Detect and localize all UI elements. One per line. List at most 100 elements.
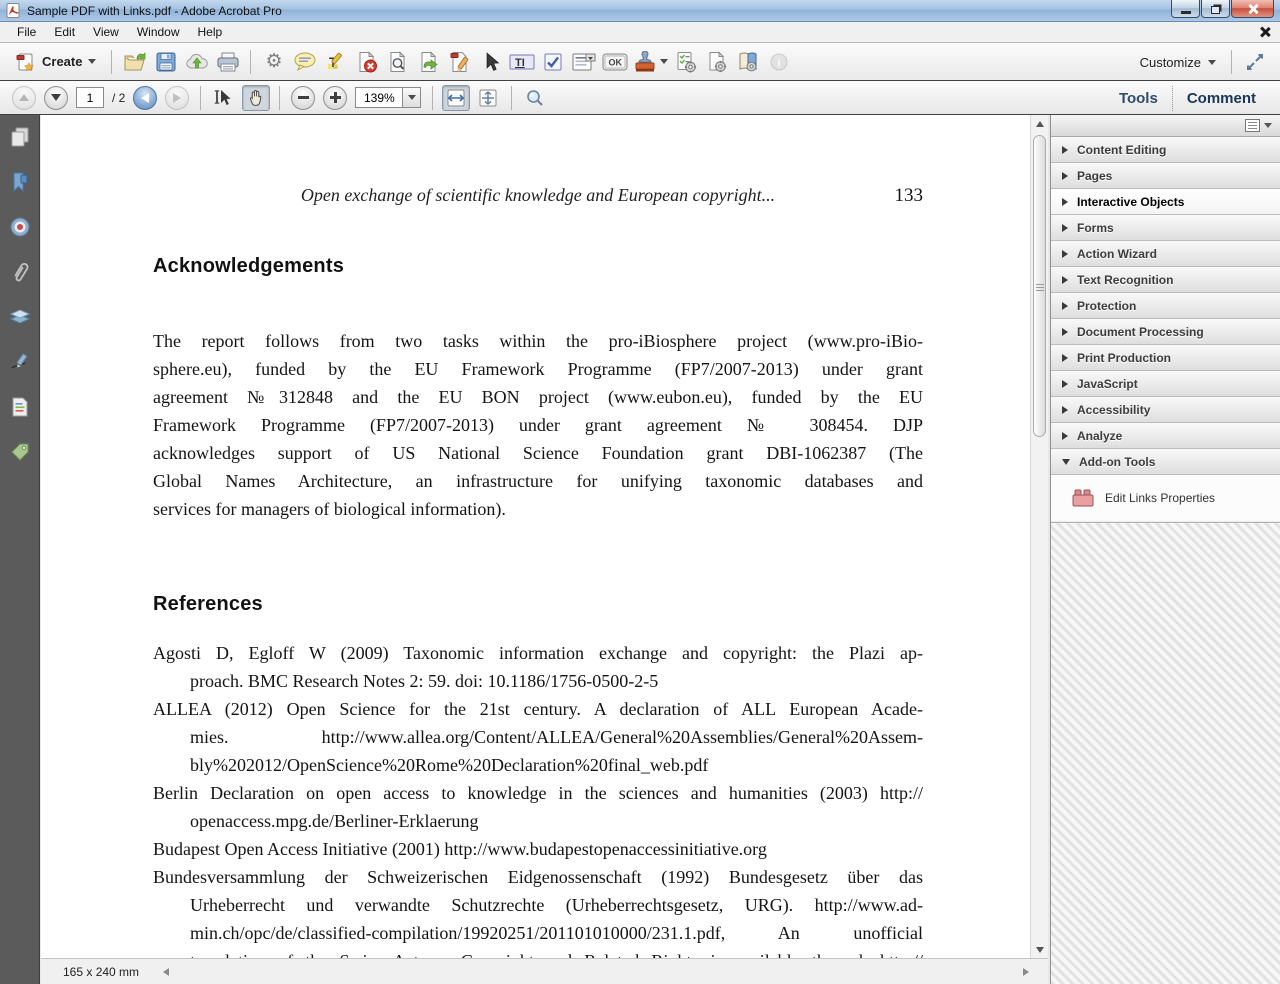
create-icon [16,52,36,72]
checklist-settings-button[interactable] [672,48,699,75]
preferences-button[interactable]: ⚙ [260,48,287,75]
tools-pane-tab[interactable]: Tools [1105,86,1172,111]
reference-entry: Agosti D, Egloff W (2009) Taxonomic info… [153,639,923,695]
page-number-input[interactable] [76,87,104,108]
search-page-button[interactable] [384,48,411,75]
attachments-icon[interactable] [8,260,32,284]
fit-width-button[interactable] [442,85,470,111]
tags-icon[interactable] [8,440,32,464]
open-file-button[interactable] [121,48,148,75]
restore-icon [1211,6,1220,14]
export-page-button[interactable] [415,48,442,75]
previous-page-button[interactable] [12,86,36,110]
previous-view-button[interactable] [133,86,157,110]
fit-page-button[interactable] [474,85,502,111]
close-icon [1247,3,1259,15]
title-bar: Sample PDF with Links.pdf - Adobe Acroba… [0,0,1280,22]
stamp-button[interactable] [632,48,668,75]
comment-button[interactable] [291,48,318,75]
panel-item-forms[interactable]: Forms [1051,215,1280,241]
select-object-button[interactable] [477,48,504,75]
scrollbar-thumb[interactable] [1033,135,1046,437]
select-tool-button[interactable] [210,85,238,111]
next-view-button[interactable] [165,86,189,110]
comment-pane-tab[interactable]: Comment [1172,86,1270,111]
gear-icon: ⚙ [265,52,282,71]
zoom-dropdown-button[interactable] [403,87,421,108]
dropdown-field-button[interactable] [570,48,597,75]
panel-item-pages[interactable]: Pages [1051,163,1280,189]
save-file-button[interactable] [152,48,179,75]
scroll-right-icon[interactable] [1023,968,1029,976]
panel-options-icon[interactable] [1245,119,1260,132]
panel-item-action-wizard[interactable]: Action Wizard [1051,241,1280,267]
panel-item-interactive-objects[interactable]: Interactive Objects [1051,189,1280,215]
vertical-scrollbar[interactable] [1030,115,1048,958]
checkbox-icon [543,52,563,72]
edit-page-button[interactable] [446,48,473,75]
menu-window[interactable]: Window [128,23,189,41]
zoom-level-value[interactable]: 139% [355,87,403,108]
panel-item-text-recognition[interactable]: Text Recognition [1051,267,1280,293]
checklist-icon [675,51,697,73]
info-button[interactable]: i [765,48,792,75]
export-page-icon [418,51,440,73]
zoom-in-button[interactable] [323,86,347,110]
scroll-left-icon[interactable] [163,968,169,976]
marquee-zoom-button[interactable] [521,84,548,111]
content-order-icon[interactable] [8,395,32,419]
panel-item-content-editing[interactable]: Content Editing [1051,137,1280,163]
minimize-button[interactable] [1171,0,1200,18]
chevron-down-icon[interactable] [1264,123,1272,128]
reference-entry: Budapest Open Access Initiative (2001) h… [153,835,923,863]
panel-item-add-on-tools[interactable]: Add-on Tools [1051,449,1280,475]
fit-page-icon [478,88,498,108]
highlight-text-button[interactable]: T [322,48,349,75]
brick-icon [1071,488,1095,508]
select-cursor-icon [214,88,234,108]
menu-help[interactable]: Help [189,23,232,41]
panel-item-analyze[interactable]: Analyze [1051,423,1280,449]
arrow-up-icon [19,94,29,101]
panel-item-print-production[interactable]: Print Production [1051,345,1280,371]
restore-button[interactable] [1201,0,1230,18]
bookmarks-icon[interactable] [8,170,32,194]
chevron-down-icon [1208,60,1216,65]
hand-tool-button[interactable] [242,85,270,111]
panel-item-protection[interactable]: Protection [1051,293,1280,319]
checkbox-field-button[interactable] [539,48,566,75]
menu-view[interactable]: View [84,23,128,41]
layers-icon[interactable] [8,305,32,329]
chevron-right-icon [1062,380,1068,388]
destinations-icon[interactable] [8,215,32,239]
panel-item-javascript[interactable]: JavaScript [1051,371,1280,397]
next-page-button[interactable] [44,86,68,110]
page-settings-button[interactable] [703,48,730,75]
upload-cloud-button[interactable] [183,48,210,75]
minimize-icon [1181,11,1191,14]
page-thumbnails-icon[interactable] [8,125,32,149]
menu-edit[interactable]: Edit [45,23,84,41]
print-button[interactable] [214,48,241,75]
zoom-out-button[interactable] [291,86,315,110]
pdf-page[interactable]: Open exchange of scientific knowledge an… [41,115,1030,958]
menu-file[interactable]: File [8,23,45,41]
scroll-up-button[interactable] [1031,115,1049,132]
create-button[interactable]: Create [8,49,104,75]
arrow-down-icon [1036,947,1044,953]
book-settings-icon [736,51,760,73]
toggle-toolbar-button[interactable] [1241,49,1268,76]
text-field-button[interactable]: TI [508,48,535,75]
book-settings-button[interactable] [734,48,761,75]
navigation-pane-sidebar [0,115,40,984]
panel-item-document-processing[interactable]: Document Processing [1051,319,1280,345]
close-button[interactable] [1231,0,1274,18]
customize-button[interactable]: Customize [1132,51,1224,74]
ok-button-field-button[interactable]: OK [601,48,628,75]
panel-tool-edit-links-properties[interactable]: Edit Links Properties [1051,475,1280,521]
scroll-down-button[interactable] [1031,941,1049,958]
panel-item-accessibility[interactable]: Accessibility [1051,397,1280,423]
signatures-icon[interactable] [8,350,32,374]
close-document-icon[interactable] [1258,25,1272,39]
delete-page-button[interactable] [353,48,380,75]
